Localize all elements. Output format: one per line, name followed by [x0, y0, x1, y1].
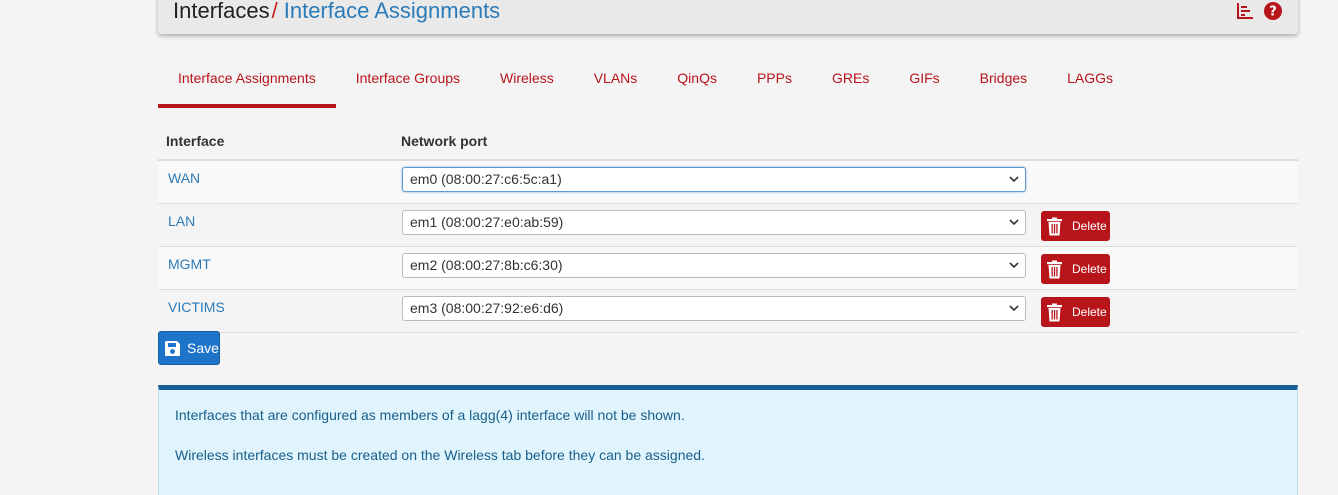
network-port-value: em1 (08:00:27:e0:ab:59) [410, 214, 564, 230]
page-header: Interfaces/ Interface Assignments ? [158, 0, 1298, 34]
chevron-down-icon [1009, 176, 1019, 183]
tab-interface-groups[interactable]: Interface Groups [336, 60, 480, 103]
delete-button-victims[interactable]: Delete [1041, 297, 1110, 327]
tab-interface-assignments[interactable]: Interface Assignments [158, 60, 336, 108]
tab-gres[interactable]: GREs [812, 60, 889, 103]
table-row: MGMT em2 (08:00:27:8b:c6:30) Delete [158, 247, 1298, 290]
tab-ppps[interactable]: PPPs [737, 60, 812, 103]
delete-label: Delete [1072, 219, 1107, 233]
table-row: VICTIMS em3 (08:00:27:92:e6:d6) Delete [158, 290, 1298, 333]
network-port-value: em0 (08:00:27:c6:5c:a1) [410, 171, 562, 187]
chevron-down-icon [1009, 305, 1019, 312]
tab-vlans[interactable]: VLANs [574, 60, 658, 103]
save-label: Save [187, 340, 219, 356]
network-port-value: em3 (08:00:27:92:e6:d6) [410, 300, 564, 316]
trash-icon [1047, 217, 1062, 235]
table-row: LAN em1 (08:00:27:e0:ab:59) Delete [158, 204, 1298, 247]
column-header-network-port: Network port [401, 133, 488, 149]
interface-link-lan[interactable]: LAN [168, 213, 195, 229]
network-port-value: em2 (08:00:27:8b:c6:30) [410, 257, 563, 273]
interface-link-victims[interactable]: VICTIMS [168, 299, 225, 315]
info-text-wireless: Wireless interfaces must be created on t… [175, 447, 705, 463]
tab-gifs[interactable]: GIFs [889, 60, 959, 103]
header-icons: ? [1236, 2, 1282, 20]
trash-icon [1047, 260, 1062, 278]
chevron-down-icon [1009, 219, 1019, 226]
help-icon[interactable]: ? [1264, 2, 1282, 20]
info-panel: Interfaces that are configured as member… [158, 385, 1298, 495]
tab-qinqs[interactable]: QinQs [657, 60, 737, 103]
save-button[interactable]: Save [158, 331, 220, 365]
table-row: WAN em0 (08:00:27:c6:5c:a1) [158, 161, 1298, 204]
bar-chart-icon[interactable] [1236, 2, 1254, 20]
delete-button-lan[interactable]: Delete [1041, 211, 1110, 241]
info-text-lagg: Interfaces that are configured as member… [175, 407, 685, 423]
delete-label: Delete [1072, 262, 1107, 276]
interface-link-wan[interactable]: WAN [168, 170, 200, 186]
tab-laggs[interactable]: LAGGs [1047, 60, 1133, 103]
tab-bar: Interface Assignments Interface Groups W… [158, 60, 1133, 108]
network-port-select-lan[interactable]: em1 (08:00:27:e0:ab:59) [402, 210, 1026, 235]
breadcrumb-current[interactable]: Interface Assignments [284, 0, 500, 23]
breadcrumb-separator: / [271, 0, 278, 23]
network-port-select-victims[interactable]: em3 (08:00:27:92:e6:d6) [402, 296, 1026, 321]
column-header-interface: Interface [166, 133, 225, 149]
tab-bridges[interactable]: Bridges [960, 60, 1047, 103]
delete-button-mgmt[interactable]: Delete [1041, 254, 1110, 284]
delete-label: Delete [1072, 305, 1107, 319]
tab-wireless[interactable]: Wireless [480, 60, 574, 103]
trash-icon [1047, 303, 1062, 321]
breadcrumb-root[interactable]: Interfaces [173, 0, 270, 23]
network-port-select-mgmt[interactable]: em2 (08:00:27:8b:c6:30) [402, 253, 1026, 278]
interface-link-mgmt[interactable]: MGMT [168, 256, 211, 272]
network-port-select-wan[interactable]: em0 (08:00:27:c6:5c:a1) [402, 167, 1026, 192]
table-body: WAN em0 (08:00:27:c6:5c:a1) LAN em1 (08:… [158, 159, 1298, 333]
chevron-down-icon [1009, 262, 1019, 269]
save-icon [165, 340, 180, 356]
breadcrumb: Interfaces/ Interface Assignments [173, 0, 500, 25]
svg-text:?: ? [1269, 5, 1277, 20]
